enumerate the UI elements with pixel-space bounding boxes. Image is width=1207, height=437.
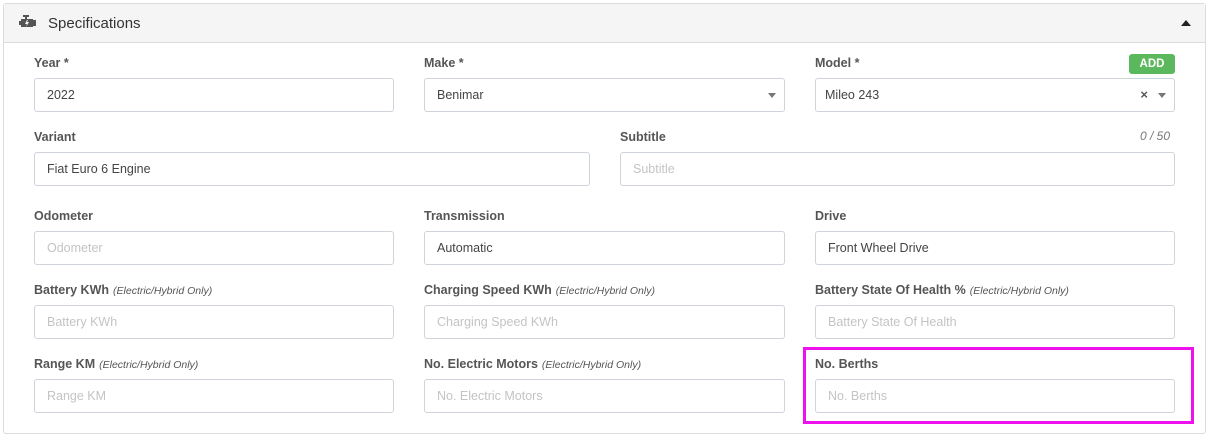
range-km-label-text: Range KM	[34, 357, 96, 371]
model-select[interactable]: Mileo 243 ×	[815, 78, 1175, 112]
model-value: Mileo 243	[825, 88, 880, 102]
battery-kwh-hint: (Electric/Hybrid Only)	[113, 285, 213, 297]
battery-health-input[interactable]: Battery State Of Health	[815, 305, 1175, 339]
variant-value: Fiat Euro 6 Engine	[47, 162, 151, 176]
subtitle-input[interactable]: Subtitle	[620, 152, 1175, 186]
range-km-hint: (Electric/Hybrid Only)	[99, 359, 199, 371]
caret-up-icon[interactable]	[1181, 20, 1191, 26]
transmission-label: Transmission	[424, 209, 505, 223]
range-km-label: Range KM (Electric/Hybrid Only)	[34, 357, 198, 371]
year-label: Year *	[34, 56, 69, 70]
transmission-value: Automatic	[437, 241, 493, 255]
battery-health-placeholder: Battery State Of Health	[828, 315, 957, 329]
engine-icon	[19, 15, 36, 27]
drive-value: Front Wheel Drive	[828, 241, 929, 255]
chevron-down-icon	[768, 93, 776, 98]
subtitle-char-counter: 0 / 50	[1139, 129, 1170, 143]
make-select[interactable]: Benimar	[424, 78, 785, 112]
panel-header[interactable]: Specifications	[4, 4, 1205, 43]
berths-placeholder: No. Berths	[828, 389, 888, 403]
charging-speed-label: Charging Speed KWh (Electric/Hybrid Only)	[424, 283, 655, 297]
model-label: Model *	[815, 56, 860, 70]
variant-input[interactable]: Fiat Euro 6 Engine	[34, 152, 590, 186]
battery-kwh-input[interactable]: Battery KWh	[34, 305, 394, 339]
range-km-placeholder: Range KM	[47, 389, 107, 403]
year-input[interactable]: 2022	[34, 78, 394, 112]
clear-icon[interactable]: ×	[1140, 79, 1148, 111]
electric-motors-hint: (Electric/Hybrid Only)	[541, 359, 642, 371]
drive-label: Drive	[815, 209, 847, 223]
transmission-input[interactable]: Automatic	[424, 231, 785, 265]
drive-input[interactable]: Front Wheel Drive	[815, 231, 1175, 265]
battery-kwh-label-text: Battery KWh	[34, 283, 110, 297]
electric-motors-label: No. Electric Motors (Electric/Hybrid Only…	[424, 357, 641, 371]
battery-health-label-text: Battery State Of Health %	[815, 283, 966, 297]
year-value: 2022	[47, 88, 75, 102]
variant-label: Variant	[34, 130, 76, 144]
electric-motors-placeholder: No. Electric Motors	[437, 389, 543, 403]
odometer-input[interactable]: Odometer	[34, 231, 394, 265]
charging-speed-input[interactable]: Charging Speed KWh	[424, 305, 785, 339]
berths-input[interactable]: No. Berths	[815, 379, 1175, 413]
panel-title: Specifications	[48, 15, 141, 32]
charging-speed-label-text: Charging Speed KWh	[424, 283, 552, 297]
make-value: Benimar	[437, 88, 484, 102]
subtitle-placeholder: Subtitle	[633, 162, 675, 176]
add-model-button[interactable]: ADD	[1129, 54, 1175, 74]
charging-speed-placeholder: Charging Speed KWh	[437, 315, 558, 329]
electric-motors-label-text: No. Electric Motors	[424, 357, 538, 371]
battery-health-hint: (Electric/Hybrid Only)	[969, 285, 1069, 297]
make-label: Make *	[424, 56, 464, 70]
electric-motors-input[interactable]: No. Electric Motors	[424, 379, 785, 413]
charging-speed-hint: (Electric/Hybrid Only)	[555, 285, 655, 297]
subtitle-label: Subtitle	[620, 130, 666, 144]
battery-health-label: Battery State Of Health % (Electric/Hybri…	[815, 283, 1069, 297]
chevron-down-icon	[1158, 93, 1166, 98]
battery-kwh-label: Battery KWh (Electric/Hybrid Only)	[34, 283, 212, 297]
berths-label: No. Berths	[815, 357, 879, 371]
battery-kwh-placeholder: Battery KWh	[47, 315, 118, 329]
odometer-label: Odometer	[34, 209, 94, 223]
range-km-input[interactable]: Range KM	[34, 379, 394, 413]
odometer-placeholder: Odometer	[47, 241, 103, 255]
